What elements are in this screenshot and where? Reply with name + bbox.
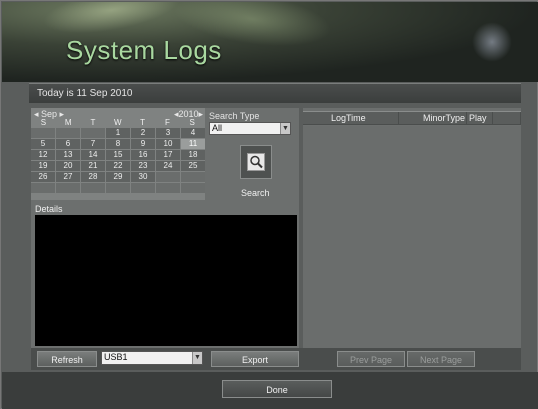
calendar-empty-cell	[131, 183, 155, 193]
calendar-day[interactable]: 1	[106, 128, 130, 138]
search-type-value: All	[212, 123, 223, 133]
calendar-empty-cell	[156, 172, 180, 182]
calendar-day[interactable]: 9	[131, 139, 155, 149]
system-logs-window: System Logs Today is 11 Sep 2010 ◂ Sep ▸…	[0, 0, 538, 409]
calendar-day[interactable]: 12	[31, 150, 55, 160]
calendar-day[interactable]: 17	[156, 150, 180, 160]
log-results-panel: LogTime MinorType Play	[303, 108, 521, 348]
calendar-day[interactable]: 26	[31, 172, 55, 182]
calendar-day[interactable]: 28	[81, 172, 105, 182]
chevron-down-icon: ▼	[192, 352, 202, 364]
calendar-day[interactable]: 10	[156, 139, 180, 149]
calendar-day[interactable]: 30	[131, 172, 155, 182]
column-minortype[interactable]: MinorType	[399, 112, 467, 124]
export-device-select[interactable]: USB1 ▼	[101, 351, 203, 365]
calendar-days-grid: 1 2 3 4 5 6 7 8 9 10 11 12 13 14 15 16 17 18 19 20 21 22 23 24 2…	[31, 128, 205, 193]
weekday-label: T	[140, 118, 146, 127]
calendar-day[interactable]: 14	[81, 150, 105, 160]
log-table-body	[303, 126, 521, 348]
calendar-empty-cell	[81, 128, 105, 138]
log-table-header: LogTime MinorType Play	[303, 111, 521, 125]
calendar-empty-cell	[181, 183, 205, 193]
refresh-button[interactable]: Refresh	[37, 351, 97, 367]
calendar-header: ◂ Sep ▸ ◂2010▸	[33, 109, 205, 119]
calendar-empty-cell	[31, 183, 55, 193]
calendar: ◂ Sep ▸ ◂2010▸ S M T W T F S 1 2 3 4 5 6 7 8 9 10…	[31, 108, 205, 200]
calendar-day[interactable]: 7	[81, 139, 105, 149]
details-label: Details	[35, 204, 63, 214]
column-logtime[interactable]: LogTime	[303, 112, 399, 124]
calendar-day[interactable]: 13	[56, 150, 80, 160]
done-button[interactable]: Done	[222, 380, 332, 398]
calendar-day[interactable]: 8	[106, 139, 130, 149]
calendar-day[interactable]: 29	[106, 172, 130, 182]
chevron-down-icon: ▼	[280, 123, 290, 134]
weekday-label: S	[40, 118, 47, 127]
search-button[interactable]	[240, 145, 272, 179]
export-device-value: USB1	[104, 352, 128, 362]
search-type-select[interactable]: All ▼	[209, 122, 291, 135]
calendar-day[interactable]: 11	[181, 139, 205, 149]
calendar-day[interactable]: 20	[56, 161, 80, 171]
calendar-day[interactable]: 23	[131, 161, 155, 171]
calendar-day[interactable]: 22	[106, 161, 130, 171]
prev-page-button[interactable]: Prev Page	[337, 351, 405, 367]
calendar-empty-cell	[56, 128, 80, 138]
weekday-header: S M T W T F S	[31, 118, 205, 127]
header-banner: System Logs	[2, 2, 538, 82]
footer-bar: Done	[2, 372, 538, 409]
calendar-day[interactable]: 16	[131, 150, 155, 160]
calendar-day[interactable]: 21	[81, 161, 105, 171]
next-page-button[interactable]: Next Page	[407, 351, 475, 367]
calendar-day[interactable]: 25	[181, 161, 205, 171]
page-title: System Logs	[66, 35, 222, 65]
details-box	[35, 215, 297, 346]
calendar-empty-cell	[156, 183, 180, 193]
calendar-empty-cell	[81, 183, 105, 193]
calendar-empty-cell	[56, 183, 80, 193]
search-type-label: Search Type	[209, 111, 260, 121]
export-button[interactable]: Export	[211, 351, 299, 367]
weekday-label: T	[90, 118, 96, 127]
column-spacer	[493, 112, 521, 124]
calendar-empty-cell	[31, 128, 55, 138]
weekday-label: M	[64, 118, 72, 127]
search-icon	[247, 153, 265, 171]
calendar-empty-cell	[106, 183, 130, 193]
calendar-day[interactable]: 4	[181, 128, 205, 138]
search-panel: ◂ Sep ▸ ◂2010▸ S M T W T F S 1 2 3 4 5 6 7 8 9 10…	[31, 108, 299, 348]
today-date-bar: Today is 11 Sep 2010	[29, 83, 521, 103]
calendar-day[interactable]: 18	[181, 150, 205, 160]
weekday-label: S	[189, 118, 195, 127]
calendar-day[interactable]: 24	[156, 161, 180, 171]
calendar-day[interactable]: 2	[131, 128, 155, 138]
weekday-label: F	[164, 118, 170, 127]
calendar-day[interactable]: 3	[156, 128, 180, 138]
calendar-day[interactable]: 19	[31, 161, 55, 171]
search-button-label[interactable]: Search	[241, 188, 270, 198]
calendar-empty-cell	[181, 172, 205, 182]
calendar-day[interactable]: 5	[31, 139, 55, 149]
calendar-day[interactable]: 15	[106, 150, 130, 160]
column-play[interactable]: Play	[467, 112, 493, 124]
calendar-day[interactable]: 6	[56, 139, 80, 149]
weekday-label: W	[114, 118, 122, 127]
decorative-bokeh	[472, 22, 512, 62]
action-bar: Refresh USB1 ▼ Export Prev Page Next Pag…	[31, 348, 521, 370]
calendar-day[interactable]: 27	[56, 172, 80, 182]
